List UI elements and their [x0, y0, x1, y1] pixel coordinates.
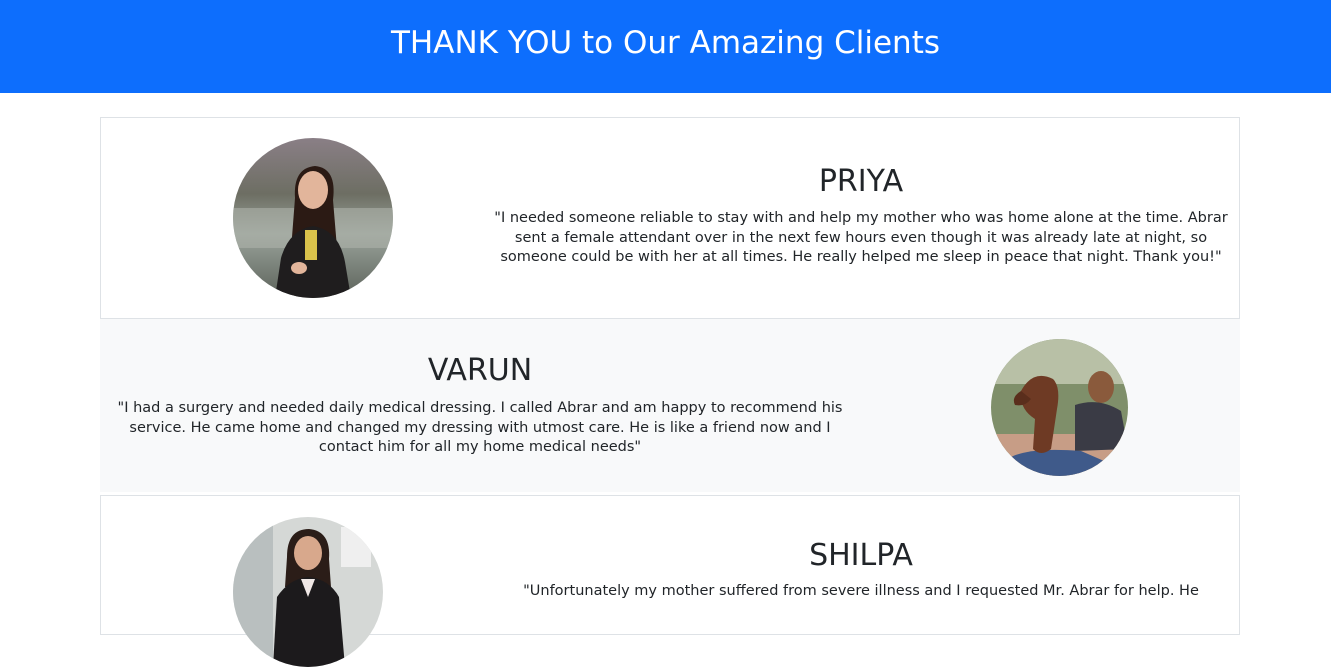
testimonial-card-priya: PRIYA "I needed someone reliable to stay…	[100, 117, 1240, 319]
testimonial-card-varun: VARUN "I had a surgery and needed daily …	[100, 319, 1240, 492]
client-quote: "I needed someone reliable to stay with …	[494, 210, 1228, 265]
client-avatar-varun	[991, 339, 1128, 476]
client-quote: "I had a surgery and needed daily medica…	[117, 400, 843, 455]
page-header: THANK YOU to Our Amazing Clients	[0, 0, 1331, 93]
testimonial-card-shilpa: SHILPA "Unfortunately my mother suffered…	[100, 495, 1240, 667]
client-quote: "Unfortunately my mother suffered from s…	[523, 583, 1199, 599]
client-name: PRIYA	[818, 164, 904, 199]
client-name: SHILPA	[809, 538, 913, 573]
page-title: THANK YOU to Our Amazing Clients	[391, 24, 940, 61]
client-name: VARUN	[427, 353, 533, 388]
client-avatar-priya	[233, 138, 393, 298]
client-avatar-shilpa	[233, 517, 383, 667]
